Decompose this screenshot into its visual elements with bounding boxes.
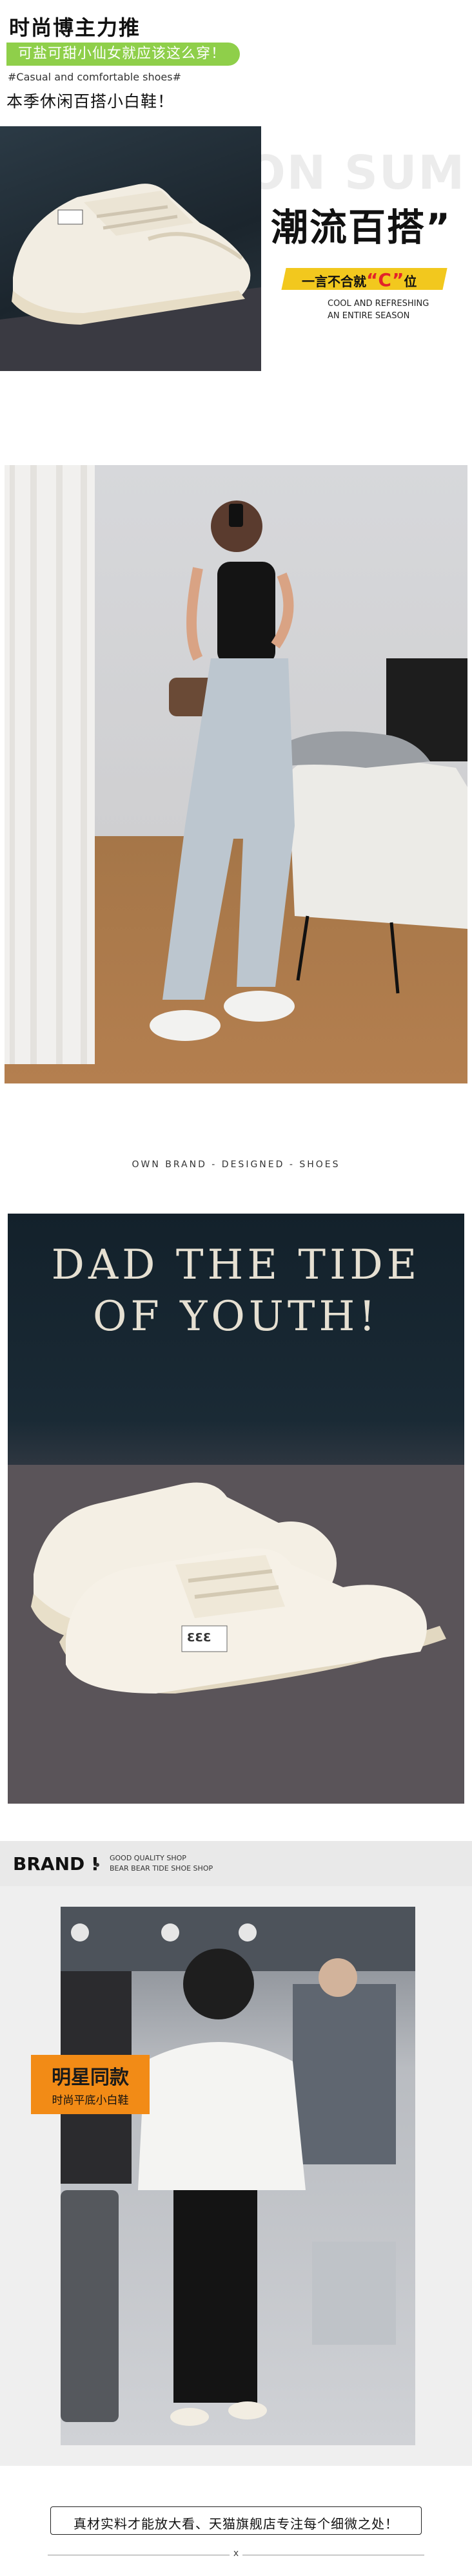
lifestyle-photo	[5, 465, 467, 1083]
brand-name: BRAND !	[13, 1853, 99, 1875]
hero-english-line-2: AN ENTIRE SEASON	[328, 311, 410, 321]
hero-english-line-1: COOL AND REFRESHING	[328, 299, 429, 309]
hero-shoe-image	[0, 126, 261, 371]
brand-bar: BRAND ! GOOD QUALITY SHOP BEAR BEAR TIDE…	[0, 1841, 472, 1886]
footer-x-mark: x	[230, 2548, 242, 2559]
header-hashtag: #Casual and comfortable shoes#	[8, 71, 182, 83]
hero-badge-text: 一言不合就“C”位	[302, 269, 417, 291]
brand-line-1: GOOD QUALITY SHOP	[110, 1854, 186, 1862]
hero-background-text: ON SUM	[246, 146, 466, 200]
star-tag-title: 明星同款	[52, 2066, 129, 2089]
dad-tide-banner: DAD THE TIDE OF YOUTH! ƐƐƐ	[8, 1214, 464, 1804]
hero-title: 潮流百搭”	[271, 205, 452, 249]
product-detail-page: 时尚博主力推 可盐可甜小仙女就应该这么穿！ #Casual and comfor…	[0, 0, 472, 2576]
own-brand-caption: OWN BRAND - DESIGNED - SHOES	[132, 1159, 340, 1170]
dad-tide-title: DAD THE TIDE OF YOUTH!	[8, 1239, 464, 1342]
shoe-tongue-label: ƐƐƐ	[187, 1631, 211, 1645]
hero-banner: ON SUM 潮流百搭” 一言不合就“C”位 COOL AND REFRESHI…	[0, 126, 472, 371]
header-title: 时尚博主力推	[9, 15, 141, 40]
dad-title-line-2: OF YOUTH!	[92, 1293, 380, 1340]
sneaker-illustration	[0, 184, 261, 371]
footer-text: 真材实料才能放大看、天猫旗舰店专注每个细微之处！	[74, 2516, 398, 2532]
celebrity-photo	[61, 1907, 415, 2445]
celebrity-photo-illustration	[61, 1907, 415, 2426]
hero-badge-prefix: 一言不合就	[302, 274, 366, 289]
header-subtitle: 本季休闲百搭小白鞋！	[6, 92, 175, 111]
brand-bullet-icon	[95, 1863, 99, 1867]
header-slogan-pill: 可盐可甜小仙女就应该这么穿！	[6, 43, 241, 66]
header-section: 时尚博主力推 可盐可甜小仙女就应该这么穿！ #Casual and comfor…	[0, 0, 472, 122]
brand-line-2: BEAR BEAR TIDE SHOE SHOP	[110, 1864, 213, 1873]
hero-badge-suffix: 位	[404, 274, 417, 289]
hero-badge-c: “C”	[366, 269, 404, 291]
model-photo-illustration	[5, 465, 467, 1064]
dad-title-line-1: DAD THE TIDE	[51, 1241, 421, 1289]
star-tag-subtitle: 时尚平底小白鞋	[52, 2094, 129, 2107]
